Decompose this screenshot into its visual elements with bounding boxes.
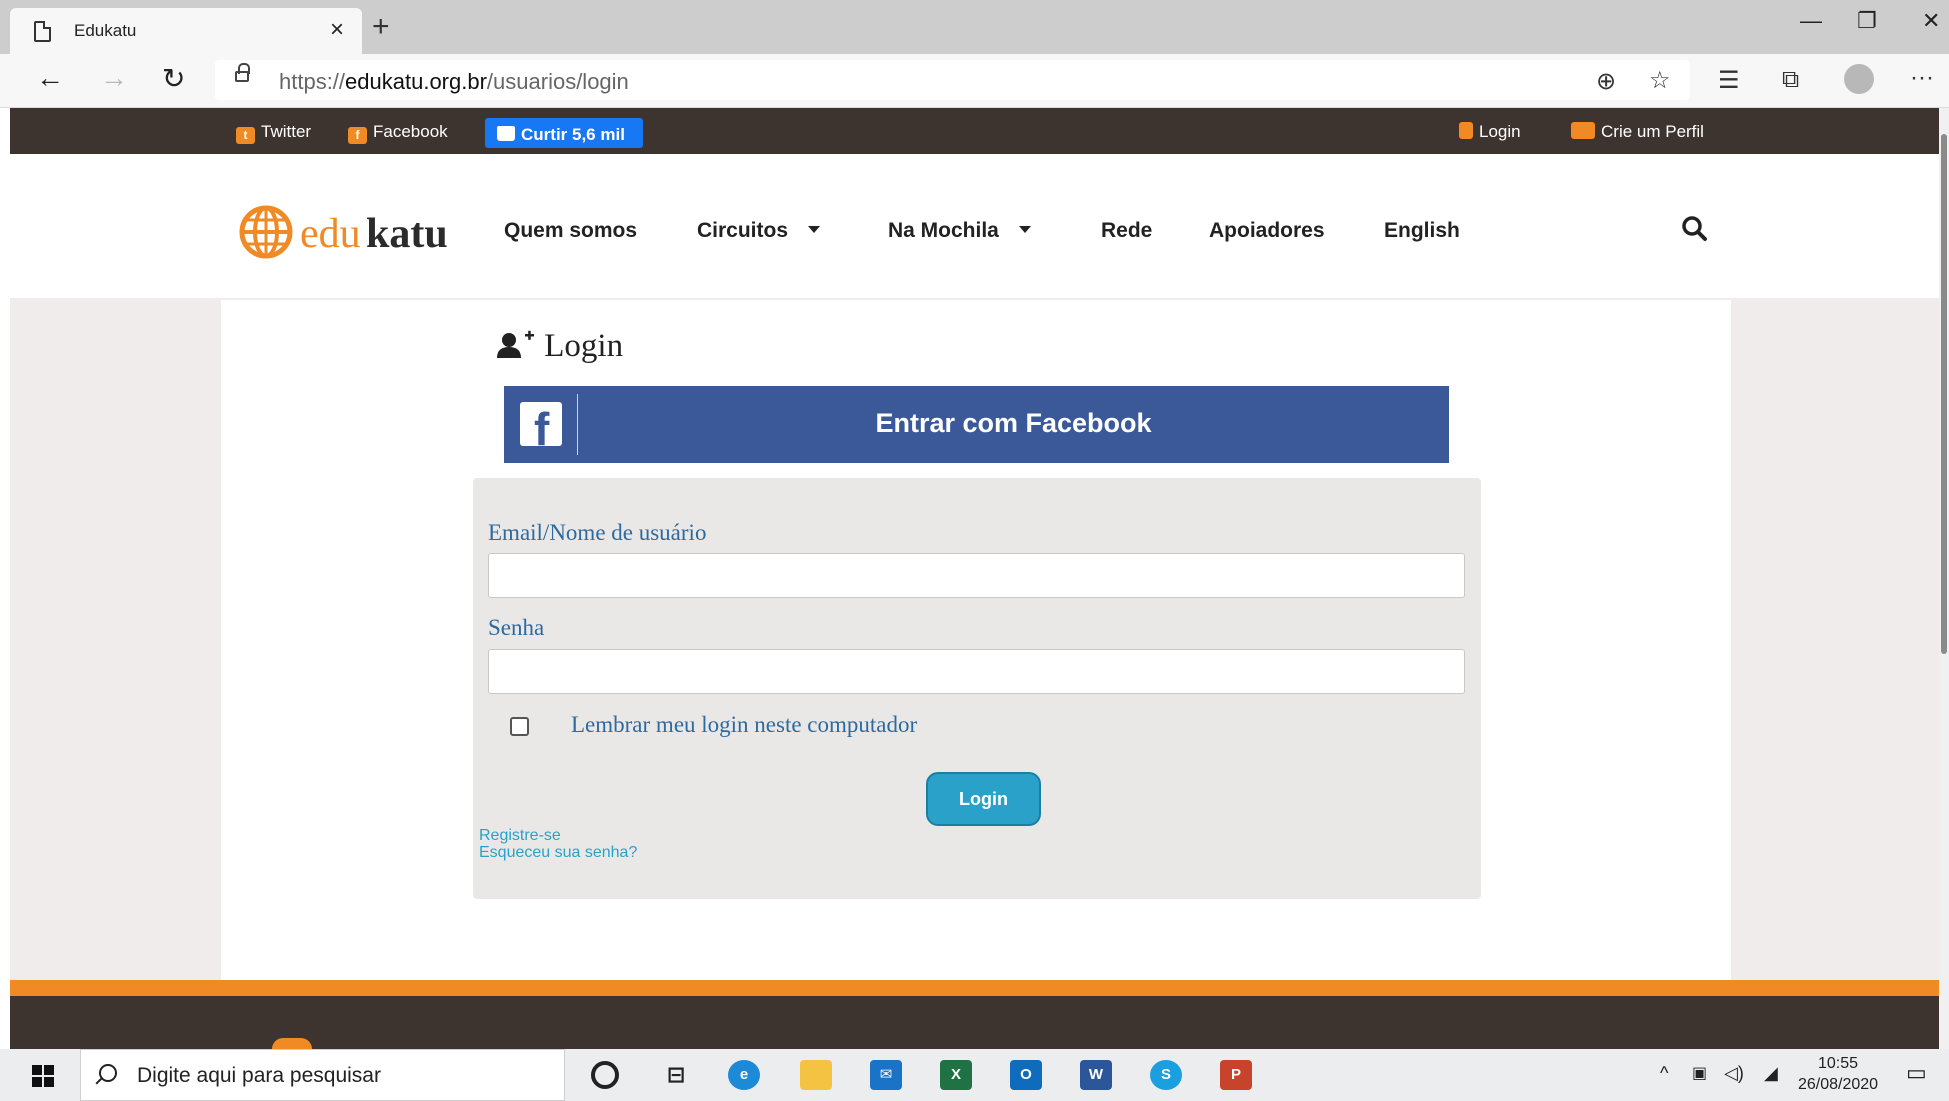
profile-card-icon xyxy=(1571,122,1595,139)
page-title: Login xyxy=(496,328,623,365)
security-icon[interactable]: ▣ xyxy=(1692,1063,1707,1083)
nav-rede[interactable]: Rede xyxy=(1101,219,1152,243)
address-bar[interactable]: https://edukatu.org.br/usuarios/login xyxy=(215,60,1690,100)
twitter-link[interactable]: t Twitter xyxy=(236,122,311,144)
windows-start-icon[interactable] xyxy=(32,1065,54,1087)
taskbar-search-box[interactable]: Digite aqui para pesquisar xyxy=(80,1049,565,1101)
caret-down-icon xyxy=(1018,226,1031,233)
browser-tab[interactable]: Edukatu × xyxy=(10,8,362,54)
forward-arrow-icon[interactable]: → xyxy=(100,62,128,94)
facebook-like-button[interactable]: Curtir 5,6 mil xyxy=(485,118,643,148)
edge-icon[interactable]: e xyxy=(728,1060,760,1090)
page-scrollbar[interactable] xyxy=(1939,108,1949,1049)
show-hidden-icons-chevron-icon[interactable]: ^ xyxy=(1660,1063,1668,1084)
svg-text:katu: katu xyxy=(366,211,448,257)
nav-circuitos[interactable]: Circuitos xyxy=(697,219,821,243)
login-form: Email/Nome de usuário Senha Lembrar meu … xyxy=(473,478,1481,899)
globe-icon: edu katu xyxy=(239,205,448,259)
remember-label[interactable]: Lembrar meu login neste computador xyxy=(571,712,917,738)
word-icon[interactable]: W xyxy=(1080,1060,1112,1090)
favorite-star-icon[interactable]: ☆ xyxy=(1649,66,1671,95)
email-field[interactable] xyxy=(488,553,1465,598)
caret-down-icon xyxy=(808,226,821,233)
edukatu-logo[interactable]: edu katu xyxy=(238,202,468,262)
login-content-panel: Login f Entrar com Facebook Email/Nome d… xyxy=(221,300,1731,990)
volume-icon[interactable]: ◁) xyxy=(1724,1063,1744,1084)
site-footer xyxy=(10,996,1939,1049)
footer-accent-bar xyxy=(10,980,1939,996)
clock-date[interactable]: 26/08/2020 xyxy=(1798,1076,1878,1094)
back-arrow-icon[interactable]: ← xyxy=(36,62,64,94)
lock-icon[interactable] xyxy=(235,63,250,82)
site-header: edu katu Quem somos Circuitos Na Mochila… xyxy=(10,154,1939,298)
login-link[interactable]: Login xyxy=(1459,122,1521,142)
task-view-icon[interactable]: ⊟ xyxy=(660,1060,692,1090)
browser-toolbar: ← → ↻ https://edukatu.org.br/usuarios/lo… xyxy=(0,54,1949,108)
mail-icon[interactable]: ✉ xyxy=(870,1060,902,1090)
window-restore-button[interactable]: ❐ xyxy=(1857,8,1877,34)
clock-time[interactable]: 10:55 xyxy=(1818,1055,1858,1073)
window-minimize-button[interactable]: — xyxy=(1800,8,1822,34)
windows-taskbar: Digite aqui para pesquisar ⊟ e ✉ X O W S… xyxy=(0,1049,1949,1101)
more-menu-icon[interactable]: ··· xyxy=(1910,64,1934,92)
favorites-list-icon[interactable]: ☰ xyxy=(1718,66,1740,95)
network-icon[interactable]: ◢ xyxy=(1764,1063,1778,1084)
scrollbar-thumb[interactable] xyxy=(1941,134,1947,654)
outlook-icon[interactable]: O xyxy=(1010,1060,1042,1090)
footer-logo-fragment xyxy=(272,1038,312,1049)
tab-title: Edukatu xyxy=(74,21,137,40)
powerpoint-icon[interactable]: P xyxy=(1220,1060,1252,1090)
thumbs-up-icon xyxy=(497,126,515,141)
remember-checkbox[interactable] xyxy=(510,717,529,736)
top-social-strip: t Twitter f Facebook Curtir 5,6 mil Login … xyxy=(10,108,1939,154)
nav-quem-somos[interactable]: Quem somos xyxy=(504,219,637,243)
excel-icon[interactable]: X xyxy=(940,1060,972,1090)
notifications-icon[interactable]: ▭ xyxy=(1906,1060,1927,1086)
window-close-button[interactable]: ✕ xyxy=(1922,8,1940,34)
facebook-icon: f xyxy=(520,402,562,455)
twitter-icon: t xyxy=(236,127,255,144)
refresh-icon[interactable]: ↻ xyxy=(162,62,185,95)
nav-na-mochila[interactable]: Na Mochila xyxy=(888,219,1031,243)
add-user-icon xyxy=(497,330,534,358)
create-profile-link[interactable]: Crie um Perfil xyxy=(1571,122,1704,142)
zoom-icon[interactable]: ⊕ xyxy=(1596,67,1616,96)
register-link[interactable]: Registre-se xyxy=(479,827,561,845)
profile-avatar-icon[interactable] xyxy=(1844,64,1874,94)
tab-close-button[interactable]: × xyxy=(330,16,344,44)
nav-apoiadores[interactable]: Apoiadores xyxy=(1209,219,1325,243)
email-label: Email/Nome de usuário xyxy=(488,520,707,545)
cortana-icon[interactable] xyxy=(591,1061,619,1089)
facebook-login-label: Entrar com Facebook xyxy=(875,408,1152,438)
collections-icon[interactable]: ⧉ xyxy=(1782,66,1799,94)
taskbar-search-placeholder: Digite aqui para pesquisar xyxy=(137,1064,381,1087)
password-field[interactable] xyxy=(488,649,1465,694)
login-submit-button[interactable]: Login xyxy=(926,772,1041,826)
svg-text:edu: edu xyxy=(300,211,361,257)
file-explorer-icon[interactable] xyxy=(800,1060,832,1090)
url-text[interactable]: https://edukatu.org.br/usuarios/login xyxy=(279,69,629,95)
url-domain: edukatu.org.br xyxy=(345,69,487,94)
new-tab-button[interactable]: + xyxy=(372,10,390,44)
forgot-password-link[interactable]: Esqueceu sua senha? xyxy=(479,844,637,862)
password-label: Senha xyxy=(488,615,545,640)
search-icon[interactable] xyxy=(1680,214,1710,244)
facebook-login-button[interactable]: f Entrar com Facebook xyxy=(504,386,1449,463)
skype-icon[interactable]: S xyxy=(1150,1060,1182,1090)
nav-english[interactable]: English xyxy=(1384,219,1460,243)
page-viewport: t Twitter f Facebook Curtir 5,6 mil Login … xyxy=(10,108,1939,1049)
page-icon xyxy=(34,21,51,42)
browser-tab-strip: Edukatu × + — ❐ ✕ xyxy=(0,0,1949,54)
facebook-icon: f xyxy=(348,127,367,144)
facebook-link[interactable]: f Facebook xyxy=(348,122,448,144)
search-icon xyxy=(99,1064,117,1082)
padlock-icon xyxy=(1459,122,1473,139)
